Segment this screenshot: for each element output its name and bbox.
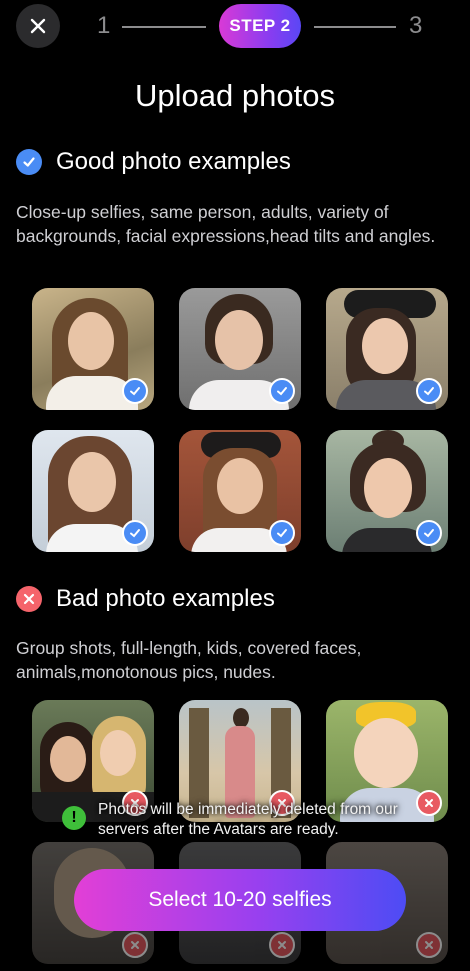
check-icon bbox=[416, 520, 442, 546]
good-section-heading: Good photo examples bbox=[16, 148, 291, 176]
toast-text: Photos will be immediately deleted from … bbox=[98, 801, 398, 838]
x-circle-icon bbox=[16, 586, 42, 612]
x-icon bbox=[416, 932, 442, 958]
good-photo-4 bbox=[32, 430, 154, 552]
step-1-label: 1 bbox=[97, 12, 111, 39]
x-icon bbox=[122, 932, 148, 958]
step-2-pill: STEP 2 bbox=[219, 4, 301, 48]
step-connector bbox=[122, 26, 206, 28]
good-photo-6 bbox=[326, 430, 448, 552]
good-photo-5 bbox=[179, 430, 301, 552]
check-icon bbox=[269, 520, 295, 546]
good-photo-3 bbox=[326, 288, 448, 410]
good-heading-text: Good photo examples bbox=[56, 148, 291, 175]
good-photo-2 bbox=[179, 288, 301, 410]
check-circle-icon bbox=[16, 149, 42, 175]
check-icon bbox=[122, 520, 148, 546]
bad-description: Group shots, full-length, kids, covered … bbox=[16, 638, 362, 682]
close-icon bbox=[30, 18, 46, 34]
good-photo-1 bbox=[32, 288, 154, 410]
step-connector bbox=[314, 26, 396, 28]
info-icon: ! bbox=[62, 806, 86, 830]
good-description: Close-up selfies, same person, adults, v… bbox=[16, 202, 436, 246]
bad-section-heading: Bad photo examples bbox=[16, 585, 275, 613]
x-icon bbox=[269, 932, 295, 958]
stepper: 1 STEP 2 3 bbox=[0, 0, 470, 56]
check-icon bbox=[122, 378, 148, 404]
privacy-toast: ! Photos will be immediately deleted fro… bbox=[62, 800, 442, 840]
check-icon bbox=[416, 378, 442, 404]
page-title: Upload photos bbox=[135, 78, 335, 113]
check-icon bbox=[269, 378, 295, 404]
select-selfies-button[interactable]: Select 10-20 selfies bbox=[74, 869, 406, 931]
bad-heading-text: Bad photo examples bbox=[56, 585, 275, 612]
step-3-label: 3 bbox=[409, 12, 423, 39]
close-button[interactable] bbox=[16, 4, 60, 48]
